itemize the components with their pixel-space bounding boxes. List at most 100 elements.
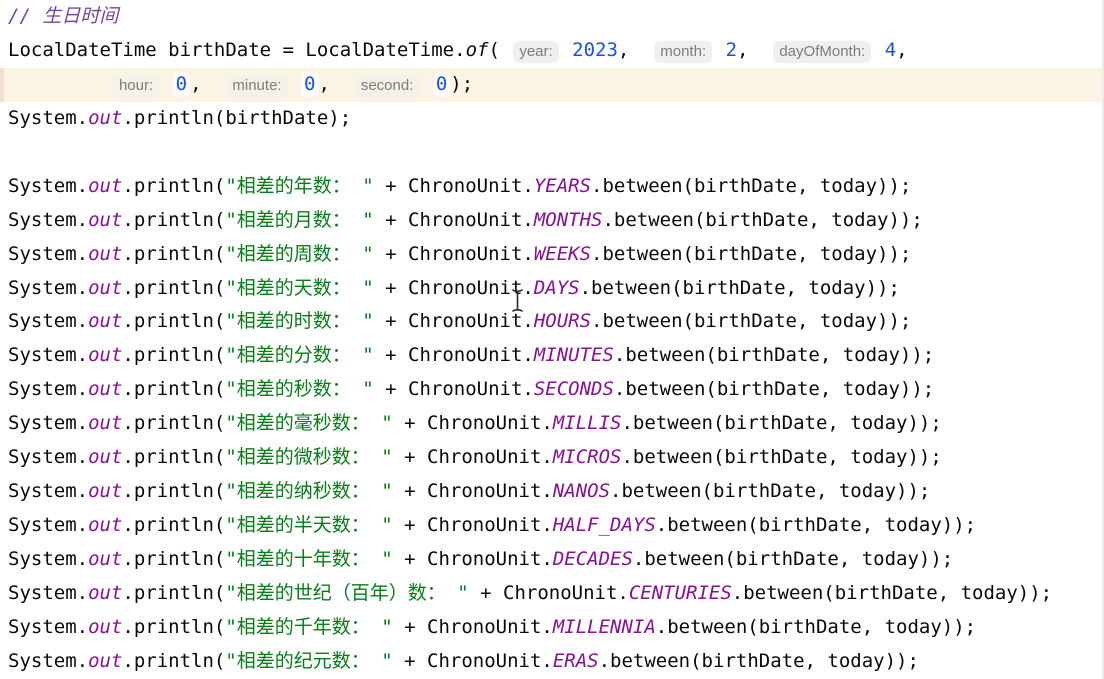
code-token [421,73,432,95]
code-token: .println( [122,480,225,502]
code-token: .println( [122,243,225,265]
code-line: System.out.println("相差的时数： " + ChronoUni… [0,305,1104,339]
string-token: "相差的纪元数： " [225,650,392,672]
code-token: System. [8,277,88,299]
string-token: "相差的时数： " [225,310,373,332]
code-token: .println( [122,582,225,604]
constant-token: out [88,582,122,604]
number-token: 4 [885,39,896,61]
code-token: + ChronoUnit. [393,650,553,672]
code-line: System.out.println("相差的周数： " + ChronoUni… [0,238,1104,272]
parameter-hint-chip[interactable]: second: [355,75,420,97]
code-token: + ChronoUnit. [374,175,534,197]
constant-token: out [88,243,122,265]
code-token: + ChronoUnit. [393,548,553,570]
constant-token: out [88,175,122,197]
code-token: + ChronoUnit. [393,616,553,638]
constant-token: out [88,277,122,299]
code-line: System.out.println("相差的年数： " + ChronoUni… [0,170,1104,204]
code-token: ( [488,39,511,61]
code-token [873,39,884,61]
constant-token: HOURS [534,310,591,332]
code-token: .println( [122,548,225,570]
code-token [561,39,572,61]
code-token [714,39,725,61]
constant-token: out [88,480,122,502]
code-token: System. [8,310,88,332]
number-token: 0 [173,72,190,97]
string-token: "相差的半天数： " [225,514,392,536]
constant-token: out [88,616,122,638]
code-token: System. [8,480,88,502]
code-token: , [319,73,353,95]
code-token: .between(birthDate, today)); [621,446,941,468]
constant-token: ERAS [553,650,599,672]
string-token: "相差的周数： " [225,243,373,265]
parameter-hint-chip[interactable]: hour: [113,75,159,97]
constant-token: out [88,209,122,231]
code-token: .println(birthDate); [122,107,351,129]
string-token: "相差的纳秒数： " [225,480,392,502]
code-token: .println( [122,514,225,536]
code-token: .between(birthDate, today)); [656,514,976,536]
method-token: of [466,39,489,61]
constant-token: out [88,514,122,536]
code-token: System. [8,209,88,231]
constant-token: CENTURIES [629,582,732,604]
code-token: .println( [122,446,225,468]
parameter-hint-chip[interactable]: month: [654,41,712,63]
number-token: 2 [726,39,737,61]
string-token: "相差的千年数： " [225,616,392,638]
code-token: , [618,39,652,61]
code-token: System. [8,243,88,265]
code-line: hour: 0, minute: 0, second: 0); [0,68,1104,102]
code-token: LocalDateTime birthDate = LocalDateTime. [8,39,466,61]
code-token: .between(birthDate, today)); [580,277,900,299]
code-token: + ChronoUnit. [374,277,534,299]
number-token: 0 [433,72,450,97]
constant-token: DAYS [534,277,580,299]
code-token: .println( [122,378,225,400]
number-token: 2023 [572,39,618,61]
parameter-hint-chip[interactable]: year: [513,41,558,63]
string-token: "相差的十年数： " [225,548,392,570]
code-editor[interactable]: // 生日时间LocalDateTime birthDate = LocalDa… [0,0,1104,679]
string-token: "相差的天数： " [225,277,373,299]
code-line: System.out.println("相差的毫秒数： " + ChronoUn… [0,407,1104,441]
parameter-hint-chip[interactable]: minute: [226,75,287,97]
code-token: .println( [122,310,225,332]
code-token: ); [450,73,473,95]
constant-token: out [88,650,122,672]
code-token: + ChronoUnit. [393,480,553,502]
number-token: 0 [301,72,318,97]
code-token: + ChronoUnit. [374,209,534,231]
code-token: System. [8,514,88,536]
code-line: System.out.println("相差的纪元数： " + ChronoUn… [0,645,1104,679]
code-token: .between(birthDate, today)); [591,310,911,332]
string-token: "相差的微秒数： " [225,446,392,468]
string-token: "相差的毫秒数： " [225,412,392,434]
constant-token: MICROS [553,446,622,468]
constant-token: out [88,310,122,332]
string-token: "相差的秒数： " [225,378,373,400]
constant-token: HALF_DAYS [553,514,656,536]
string-token: "相差的世纪（百年）数： " [225,582,468,604]
code-line: System.out.println("相差的秒数： " + ChronoUni… [0,373,1104,407]
code-token: + ChronoUnit. [374,378,534,400]
constant-token: WEEKS [534,243,591,265]
constant-token: out [88,548,122,570]
code-token: System. [8,344,88,366]
code-token: .println( [122,344,225,366]
code-line [0,136,1104,170]
constant-token: out [88,412,122,434]
code-token: .println( [122,412,225,434]
code-token: .println( [122,277,225,299]
parameter-hint-chip[interactable]: dayOfMonth: [773,41,871,63]
code-line: LocalDateTime birthDate = LocalDateTime.… [0,34,1104,68]
string-token: "相差的年数： " [225,175,373,197]
constant-token: SECONDS [534,378,614,400]
code-line: System.out.println("相差的半天数： " + ChronoUn… [0,509,1104,543]
constant-token: MONTHS [534,209,603,231]
constant-token: YEARS [534,175,591,197]
code-line: // 生日时间 [0,0,1104,34]
